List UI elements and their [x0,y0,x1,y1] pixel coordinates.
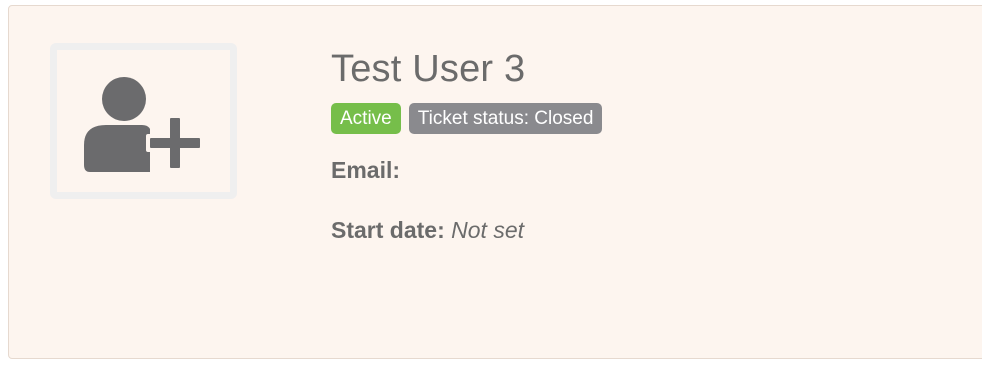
avatar[interactable] [50,43,237,199]
user-details: Test User 3 Active Ticket status: Closed… [331,46,603,244]
start-date-label: Start date: [331,217,445,243]
start-date-field: Start date: Not set [331,216,602,244]
user-name: Test User 3 [331,48,526,90]
user-card: Test User 3 Active Ticket status: Closed… [8,5,982,359]
add-user-icon [84,77,204,172]
start-date-value: Not set [451,217,525,243]
status-badge: Active [331,103,401,134]
ticket-status-badge: Ticket status: Closed [408,103,603,134]
badge-row: Active Ticket status: Closed [331,103,603,134]
email-field: Email: [331,156,602,184]
email-label: Email: [331,157,401,183]
